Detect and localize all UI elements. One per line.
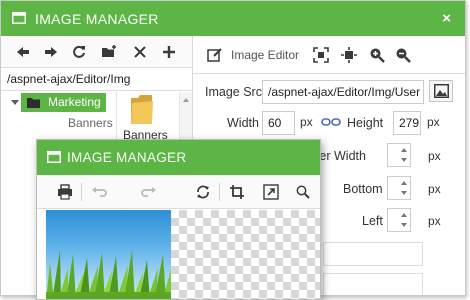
height-unit: px — [427, 115, 440, 129]
file-browser-toolbar — [1, 36, 192, 68]
width-field[interactable]: 60 — [262, 111, 295, 135]
print-icon[interactable] — [57, 184, 73, 200]
add-icon[interactable] — [161, 44, 177, 60]
new-folder-icon[interactable] — [101, 44, 117, 60]
scroll-up-icon[interactable] — [183, 98, 189, 102]
tree-item-label: Marketing — [48, 95, 101, 109]
image-editor-toolbar — [37, 175, 320, 209]
resize-icon[interactable] — [263, 184, 279, 200]
bottom-unit: px — [428, 182, 441, 196]
image-icon — [430, 84, 452, 98]
reset-icon[interactable] — [195, 184, 211, 200]
window-titlebar[interactable]: IMAGE MANAGER — [37, 140, 320, 175]
toolbar-separator — [81, 183, 82, 201]
spin-down-icon[interactable] — [401, 158, 407, 162]
left-spinner[interactable] — [387, 208, 411, 232]
window-titlebar[interactable]: IMAGE MANAGER × — [1, 1, 465, 36]
zoom-icon[interactable] — [295, 184, 311, 200]
spin-down-icon[interactable] — [401, 223, 407, 227]
tree-item-banners[interactable]: Banners — [68, 114, 113, 133]
window-icon — [12, 12, 26, 24]
property-field[interactable] — [323, 242, 423, 266]
border-width-unit: px — [428, 149, 441, 163]
window-title: IMAGE MANAGER — [35, 11, 159, 27]
crop-icon[interactable] — [229, 184, 245, 200]
image-editor-window: IMAGE MANAGER — [36, 139, 321, 300]
toolbar-separator — [219, 183, 220, 201]
window-icon — [47, 151, 61, 163]
undo-icon[interactable] — [91, 184, 107, 200]
delete-icon[interactable] — [132, 44, 148, 60]
folder-icon — [27, 97, 40, 108]
current-path: /aspnet-ajax/Editor/Img — [1, 69, 192, 91]
close-icon[interactable]: × — [442, 10, 451, 27]
redo-icon[interactable] — [141, 184, 157, 200]
height-field[interactable]: 279 — [393, 111, 421, 135]
zoom-in-icon[interactable] — [369, 47, 385, 63]
image-editor-toolbar: Image Editor — [193, 36, 465, 74]
spin-up-icon[interactable] — [401, 213, 407, 217]
transparent-area — [171, 210, 320, 299]
bottom-spinner[interactable] — [387, 176, 411, 200]
spin-up-icon[interactable] — [401, 148, 407, 152]
browse-image-button[interactable] — [429, 80, 453, 102]
back-arrow-icon[interactable] — [15, 44, 31, 60]
image-canvas[interactable] — [46, 210, 320, 299]
spin-down-icon[interactable] — [401, 191, 407, 195]
image-editor-icon[interactable] — [207, 47, 223, 63]
image-src-label: Image Src — [205, 85, 262, 99]
forward-arrow-icon[interactable] — [43, 44, 59, 60]
expand-arrow-icon[interactable] — [11, 100, 19, 105]
left-label: Left — [362, 214, 383, 228]
tree-item-marketing[interactable]: Marketing — [21, 93, 106, 112]
window-title: IMAGE MANAGER — [67, 150, 187, 165]
best-fit-icon[interactable] — [313, 47, 329, 63]
height-label: Height — [347, 116, 384, 130]
image-editor-button[interactable]: Image Editor — [231, 48, 299, 62]
zoom-out-icon[interactable] — [395, 47, 411, 63]
actual-size-icon[interactable] — [341, 47, 357, 63]
left-unit: px — [428, 214, 441, 228]
refresh-icon[interactable] — [71, 44, 87, 60]
image-src-field[interactable]: /aspnet-ajax/Editor/Img/User — [262, 80, 424, 104]
spin-up-icon[interactable] — [401, 181, 407, 185]
width-label: Width — [227, 116, 259, 130]
bottom-label: Bottom — [343, 182, 383, 196]
border-width-spinner[interactable] — [387, 143, 411, 167]
folder-thumbnail-icon[interactable] — [130, 95, 154, 125]
constrain-proportions-icon[interactable] — [321, 117, 341, 127]
grass-photo — [46, 210, 171, 299]
property-field[interactable] — [323, 273, 423, 295]
width-unit: px — [300, 115, 313, 129]
